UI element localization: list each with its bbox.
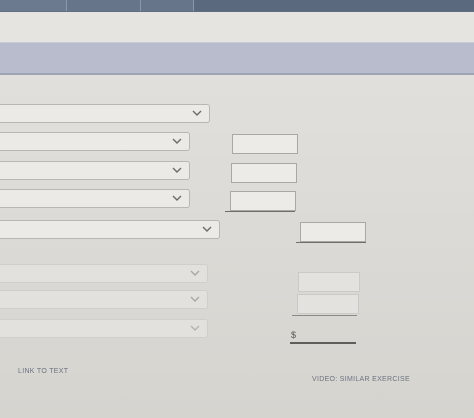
account-select-4[interactable] — [0, 189, 190, 208]
exercise-form: $ LINK TO TEXT VIDEO: SIMILAR EXERCISE — [0, 74, 474, 418]
chevron-down-icon — [172, 167, 182, 173]
chevron-down-icon — [192, 110, 202, 116]
header-spacer — [0, 12, 474, 42]
subtotal-underline — [225, 211, 295, 212]
chevron-down-icon — [202, 226, 212, 232]
chevron-down-icon — [190, 296, 200, 302]
chevron-down-icon — [190, 270, 200, 276]
top-nav-tab-2[interactable] — [67, 0, 141, 11]
account-select-6[interactable] — [0, 264, 208, 283]
credit-amount-input-2[interactable] — [298, 272, 360, 292]
debit-amount-input-2[interactable] — [231, 163, 297, 183]
account-select-3[interactable] — [0, 161, 190, 180]
top-nav-tab-3[interactable] — [141, 0, 194, 11]
link-to-text[interactable]: LINK TO TEXT — [18, 368, 68, 375]
credit-amount-input-3[interactable] — [297, 294, 359, 314]
chevron-down-icon — [172, 138, 182, 144]
account-select-1[interactable] — [0, 104, 210, 123]
debit-amount-input-3[interactable] — [230, 191, 296, 211]
chevron-down-icon — [190, 325, 200, 331]
question-section-header — [0, 42, 474, 75]
top-navigation-bar — [0, 0, 474, 12]
video-similar-exercise-link[interactable]: VIDEO: SIMILAR EXERCISE — [312, 376, 410, 383]
account-select-5[interactable] — [0, 220, 220, 239]
top-nav-tab-4[interactable] — [194, 0, 474, 11]
top-nav-tab-1[interactable] — [0, 0, 67, 11]
account-select-7[interactable] — [0, 290, 208, 309]
final-total-double-underline — [290, 342, 356, 344]
account-select-8[interactable] — [0, 319, 208, 338]
total-underline — [296, 242, 366, 243]
credit-amount-input-1[interactable] — [300, 222, 366, 242]
currency-symbol: $ — [291, 330, 297, 340]
net-underline — [292, 315, 357, 316]
chevron-down-icon — [172, 195, 182, 201]
debit-amount-input-1[interactable] — [232, 134, 298, 154]
account-select-2[interactable] — [0, 132, 190, 151]
exercise-page: $ LINK TO TEXT VIDEO: SIMILAR EXERCISE — [0, 0, 474, 418]
